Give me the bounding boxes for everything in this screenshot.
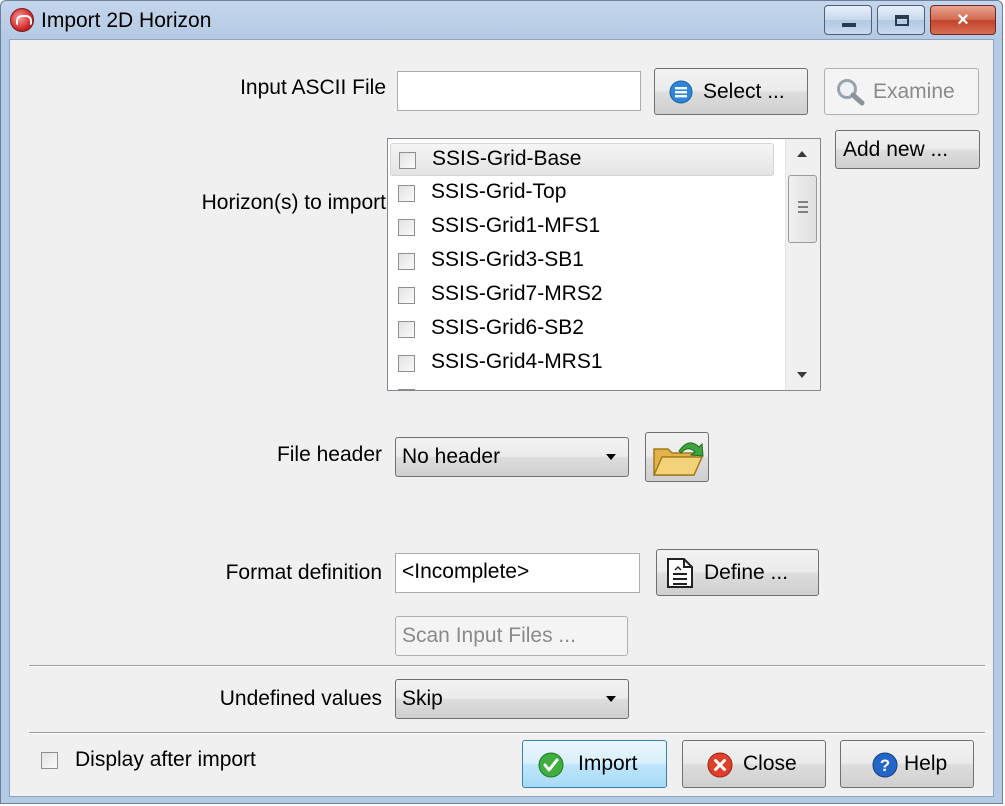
list-item[interactable]: SSIS-Grid7-MRS2	[390, 279, 774, 312]
list-item-checkbox[interactable]	[398, 185, 415, 202]
divider	[29, 732, 985, 734]
list-item-label: SSIS-Grid7-MRS2	[431, 282, 603, 305]
display-after-import-checkbox[interactable]	[41, 752, 58, 769]
list-item-partial[interactable]	[390, 381, 774, 390]
file-header-label: File header	[276, 443, 382, 466]
grip-line	[798, 206, 808, 208]
maximize-icon	[895, 15, 909, 26]
examine-button[interactable]: Examine	[824, 68, 979, 115]
list-scrollbar[interactable]	[785, 139, 820, 390]
add-new-label: Add new ...	[843, 138, 949, 161]
display-after-import-label: Display after import	[75, 748, 256, 771]
list-item-checkbox[interactable]	[399, 152, 416, 169]
input-file-label: Input ASCII File	[240, 76, 386, 99]
list-icon	[669, 80, 693, 104]
help-label: Help	[904, 752, 948, 775]
close-button[interactable]: Close	[682, 740, 826, 788]
list-item-checkbox[interactable]	[398, 219, 415, 236]
format-definition-field[interactable]: <Incomplete>	[395, 553, 640, 593]
chevron-down-icon	[606, 454, 616, 460]
list-item[interactable]: SSIS-Grid4-MRS1	[390, 347, 774, 380]
help-button[interactable]: ? Help	[840, 740, 974, 788]
undefined-values-select[interactable]: Skip	[395, 679, 629, 719]
svg-text:?: ?	[880, 756, 890, 775]
close-icon: ×	[957, 9, 969, 31]
define-button[interactable]: Define ...	[656, 549, 819, 596]
import-button[interactable]: Import	[522, 740, 667, 788]
open-header-button[interactable]	[645, 432, 709, 482]
scan-input-files-button[interactable]: Scan Input Files ...	[395, 616, 628, 656]
examine-label: Examine	[873, 80, 955, 103]
scan-input-files-label: Scan Input Files ...	[402, 624, 576, 647]
scroll-up-icon[interactable]	[797, 151, 807, 157]
import-label: Import	[578, 752, 638, 775]
list-item-label: SSIS-Grid6-SB2	[431, 316, 584, 339]
undefined-values-label: Undefined values	[219, 687, 382, 710]
horizons-label: Horizon(s) to import	[201, 191, 386, 214]
list-item-label: SSIS-Grid4-MRS1	[431, 350, 603, 373]
close-label: Close	[743, 752, 797, 775]
add-new-button[interactable]: Add new ...	[835, 130, 980, 169]
file-header-value: No header	[402, 445, 501, 468]
checkmark-icon	[538, 752, 564, 778]
document-icon	[667, 558, 693, 588]
folder-open-icon	[652, 442, 704, 476]
list-item[interactable]: SSIS-Grid-Top	[390, 177, 774, 210]
list-item-label: SSIS-Grid3-SB1	[431, 248, 584, 271]
minimize-button[interactable]	[824, 5, 872, 35]
list-item[interactable]: SSIS-Grid1-MFS1	[390, 211, 774, 244]
list-item[interactable]: SSIS-Grid3-SB1	[390, 245, 774, 278]
maximize-button[interactable]	[877, 5, 925, 35]
help-icon: ?	[872, 752, 898, 778]
scroll-down-icon[interactable]	[797, 372, 807, 378]
list-item-checkbox[interactable]	[398, 355, 415, 372]
dialog-window: Import 2D Horizon × Input ASCII File Sel…	[0, 0, 1003, 804]
format-definition-label: Format definition	[225, 561, 382, 584]
minimize-icon	[842, 23, 856, 27]
select-file-label: Select ...	[703, 80, 785, 103]
title-bar[interactable]: Import 2D Horizon ×	[1, 1, 1004, 39]
grip-line	[798, 201, 808, 203]
list-item-label: SSIS-Grid1-MFS1	[431, 214, 601, 237]
horizons-list[interactable]: SSIS-Grid-Base SSIS-Grid-Top SSIS-Grid1-…	[387, 138, 821, 391]
list-item[interactable]: SSIS-Grid-Base	[390, 143, 774, 176]
list-item-checkbox[interactable]	[398, 253, 415, 270]
divider	[29, 665, 985, 667]
window-close-button[interactable]: ×	[930, 5, 996, 35]
close-circle-icon	[707, 752, 733, 778]
list-item-label: SSIS-Grid-Base	[432, 147, 582, 170]
list-item-checkbox[interactable]	[398, 389, 415, 390]
define-label: Define ...	[704, 561, 789, 584]
chevron-down-icon	[606, 696, 616, 702]
undefined-values-value: Skip	[402, 687, 443, 710]
magnifier-icon	[837, 79, 865, 106]
list-item-label: SSIS-Grid-Top	[431, 180, 567, 203]
file-header-select[interactable]: No header	[395, 437, 629, 477]
list-item-checkbox[interactable]	[398, 287, 415, 304]
list-item-checkbox[interactable]	[398, 321, 415, 338]
select-file-button[interactable]: Select ...	[654, 68, 808, 115]
list-item[interactable]: SSIS-Grid6-SB2	[390, 313, 774, 346]
app-logo-icon	[10, 8, 34, 32]
scroll-thumb[interactable]	[788, 175, 817, 243]
input-file-field[interactable]	[397, 71, 641, 111]
grip-line	[798, 211, 808, 213]
window-title: Import 2D Horizon	[41, 9, 212, 32]
